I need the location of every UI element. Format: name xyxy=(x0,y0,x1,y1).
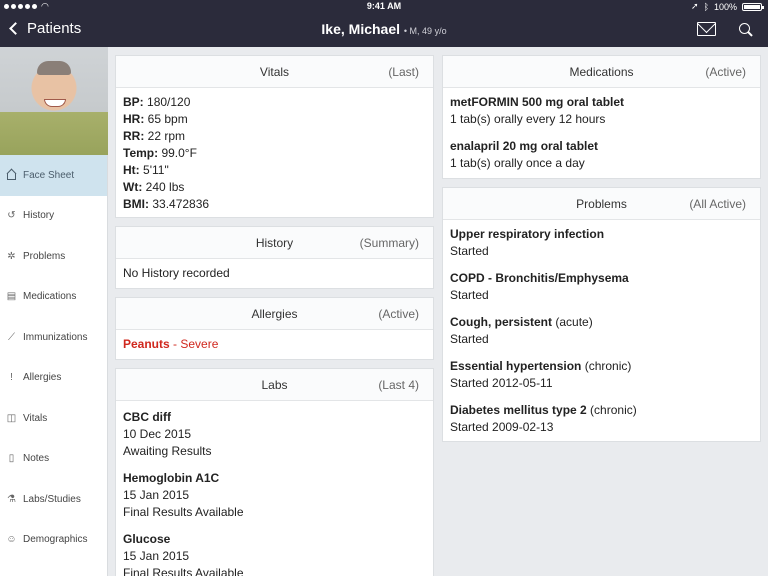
sidebar-item-label: Problems xyxy=(23,250,66,262)
lab-entry[interactable]: Glucose 15 Jan 2015 Final Results Availabl… xyxy=(123,531,426,576)
sidebar-item-label: History xyxy=(23,210,55,222)
gear-icon: ✲ xyxy=(7,250,16,262)
vital-row: BMI: 33.472836 xyxy=(123,197,210,211)
bluetooth-icon: ᛒ xyxy=(703,1,709,12)
sidebar-item-allergies[interactable]: ! Allergies xyxy=(0,358,107,399)
problems-header: Problems (All Active) xyxy=(443,188,760,220)
medications-header: Medications (Active) xyxy=(443,56,760,88)
medication-entry[interactable]: enalapril 20 mg oral tablet 1 tab(s) oral… xyxy=(450,138,753,172)
notes-icon: ▯ xyxy=(8,453,15,465)
sidebar-item-history[interactable]: ↺ History xyxy=(0,196,107,237)
sidebar-item-face-sheet[interactable]: Face Sheet xyxy=(0,155,107,196)
person-icon: ☺ xyxy=(6,534,17,546)
vital-row: BP: 180/120 xyxy=(123,95,191,109)
vital-row: Temp: 99.0°F xyxy=(123,146,197,160)
location-icon: ➚ xyxy=(691,1,699,11)
sidebar-item-label: Vitals xyxy=(23,412,48,424)
vital-row: Ht: 5'11" xyxy=(123,163,169,177)
history-text: No History recorded xyxy=(123,266,230,280)
allergies-card[interactable]: Allergies (Active) Peanuts - Severe xyxy=(115,297,434,360)
pill-bottle-icon: ▤ xyxy=(6,291,17,303)
patient-meta: • M, 49 y/o xyxy=(403,26,447,36)
patient-photo xyxy=(0,47,108,155)
battery-percent: 100% xyxy=(713,1,737,12)
history-body: No History recorded xyxy=(116,259,433,288)
allergies-header: Allergies (Active) xyxy=(116,298,433,330)
sidebar-item-demographics[interactable]: ☺ Demographics xyxy=(0,520,107,561)
sidebar-item-label: Face Sheet xyxy=(23,169,75,181)
medications-tag: (Active) xyxy=(705,65,746,79)
allergy-severity: - Severe xyxy=(169,337,219,351)
lab-entry[interactable]: CBC diff 10 Dec 2015 Awaiting Results xyxy=(123,409,426,460)
sidebar-item-label: Medications xyxy=(23,291,77,303)
status-time: 9:41 AM xyxy=(366,1,402,11)
allergen: Peanuts xyxy=(123,337,170,351)
patient-title: Ike, Michael • M, 49 y/o xyxy=(0,21,768,37)
history-card[interactable]: History (Summary) No History recorded xyxy=(115,226,434,289)
search-icon[interactable] xyxy=(739,23,753,37)
navigation-bar: Patients Ike, Michael • M, 49 y/o xyxy=(0,12,768,47)
lab-entry[interactable]: Hemoglobin A1C 15 Jan 2015 Final Results A… xyxy=(123,470,426,521)
history-tag: (Summary) xyxy=(359,236,419,250)
allergies-tag: (Active) xyxy=(378,307,419,321)
vitals-card[interactable]: Vitals (Last) BP: 180/120 HR: 65 bpm RR:… xyxy=(115,55,434,218)
sidebar-item-label: Immunizations xyxy=(23,331,88,343)
patient-name: Ike, Michael xyxy=(321,21,401,37)
sidebar-item-labs-studies[interactable]: ⚗ Labs/Studies xyxy=(0,479,107,520)
sidebar-item-immunizations[interactable]: ⟋ Immunizations xyxy=(0,317,107,358)
vital-row: HR: 65 bpm xyxy=(123,112,188,126)
problems-tag: (All Active) xyxy=(689,197,746,211)
sidebar-item-label: Allergies xyxy=(23,372,62,384)
problem-entry[interactable]: Upper respiratory infection Started xyxy=(450,226,753,260)
sidebar-item-medications[interactable]: ▤ Medications xyxy=(0,277,107,318)
sidebar-item-problems[interactable]: ✲ Problems xyxy=(0,236,107,277)
sidebar-item-vitals[interactable]: ◫ Vitals xyxy=(0,398,107,439)
medications-card[interactable]: Medications (Active) metFORMIN 500 mg or… xyxy=(442,55,761,179)
problems-card[interactable]: Problems (All Active) Upper respiratory … xyxy=(442,187,761,442)
sidebar-item-label: Demographics xyxy=(23,534,88,546)
labs-header: Labs (Last 4) xyxy=(116,369,433,401)
history-header: History (Summary) xyxy=(116,227,433,259)
medications-body: metFORMIN 500 mg oral tablet 1 tab(s) ora… xyxy=(443,88,760,178)
sidebar-item-notes[interactable]: ▯ Notes xyxy=(0,439,107,480)
medication-entry[interactable]: metFORMIN 500 mg oral tablet 1 tab(s) ora… xyxy=(450,94,753,128)
problems-body: Upper respiratory infection Started COPD … xyxy=(443,220,760,442)
vital-row: RR: 22 rpm xyxy=(123,129,186,143)
vitals-header: Vitals (Last) xyxy=(116,56,433,88)
home-icon xyxy=(6,170,17,181)
labs-tag: (Last 4) xyxy=(378,378,419,392)
mail-icon[interactable] xyxy=(697,22,716,36)
syringe-icon: ⟋ xyxy=(8,331,15,343)
battery-icon xyxy=(742,2,764,11)
problem-entry[interactable]: Cough, persistent (acute) Started xyxy=(450,314,753,348)
vitals-tag: (Last) xyxy=(388,65,419,79)
problem-entry[interactable]: COPD - Bronchitis/Emphysema Started xyxy=(450,270,753,304)
sidebar-item-label: Notes xyxy=(23,453,50,465)
allergies-body: Peanuts - Severe xyxy=(116,330,433,359)
sidebar-item-label: Labs/Studies xyxy=(23,493,81,505)
vitals-title: Vitals xyxy=(259,65,290,79)
flask-icon: ⚗ xyxy=(7,493,16,505)
sidebar: Face Sheet ↺ History ✲ Problems ▤ Medica… xyxy=(0,47,108,576)
problem-entry[interactable]: Essential hypertension (chronic) Started … xyxy=(450,358,753,392)
history-icon: ↺ xyxy=(7,210,16,222)
vitals-body: BP: 180/120 HR: 65 bpm RR: 22 rpm Temp: … xyxy=(116,88,433,219)
labs-body: CBC diff 10 Dec 2015 Awaiting Results Hemo… xyxy=(116,401,433,576)
vital-row: Wt: 240 lbs xyxy=(123,180,185,194)
labs-card[interactable]: Labs (Last 4) CBC diff 10 Dec 2015 Awaitin… xyxy=(115,368,434,576)
exclamation-icon: ! xyxy=(10,372,13,384)
problem-entry[interactable]: Diabetes mellitus type 2 (chronic) Starte… xyxy=(450,402,753,436)
pulse-icon: ◫ xyxy=(6,412,17,424)
status-bar: ◠ 9:41 AM ➚ ᛒ 100% xyxy=(0,0,768,12)
